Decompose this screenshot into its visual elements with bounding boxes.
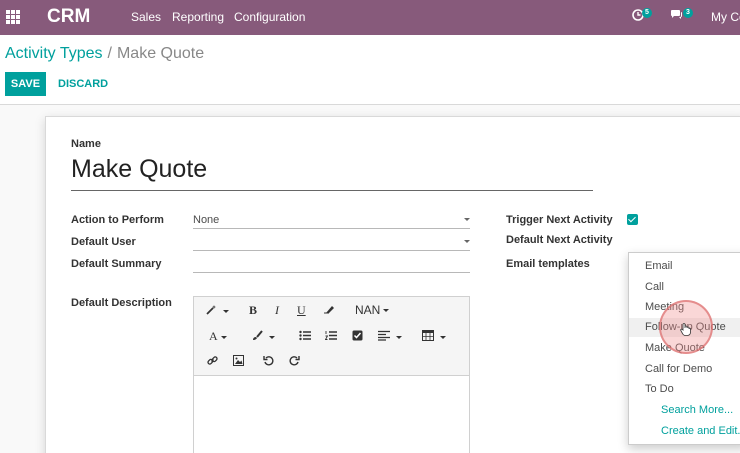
default-description-label: Default Description <box>71 297 172 309</box>
chevron-down-icon <box>464 218 470 221</box>
create-and-edit-link[interactable]: Create and Edit... <box>661 425 740 437</box>
action-to-perform-label: Action to Perform <box>71 214 164 226</box>
dropdown-option[interactable]: To Do <box>645 383 674 395</box>
chevron-down-icon <box>464 240 470 243</box>
undo-icon[interactable] <box>263 355 274 368</box>
action-to-perform-value: None <box>193 214 220 226</box>
app-brand[interactable]: CRM <box>47 6 90 28</box>
align-left-icon[interactable] <box>378 330 402 343</box>
menu-sales[interactable]: Sales <box>131 10 161 24</box>
hand-cursor-icon <box>680 323 691 339</box>
discard-button[interactable]: DISCARD <box>58 72 108 96</box>
menu-reporting[interactable]: Reporting <box>172 10 224 24</box>
paint-brush-icon[interactable] <box>252 330 275 343</box>
italic-button[interactable]: I <box>275 304 279 316</box>
dropdown-option[interactable]: Call <box>645 281 664 293</box>
name-underline <box>71 190 593 191</box>
default-next-activity-label: Default Next Activity <box>506 234 613 246</box>
name-input[interactable]: Make Quote <box>71 155 207 184</box>
image-icon[interactable] <box>233 355 244 368</box>
breadcrumb-separator: / <box>107 45 112 62</box>
activity-count-badge: 5 <box>642 8 652 18</box>
dropdown-option[interactable]: Email <box>645 260 673 272</box>
font-size-dropdown[interactable]: NAN <box>355 304 389 316</box>
trigger-next-activity-checkbox[interactable] <box>627 214 638 225</box>
numbered-list-icon[interactable] <box>324 330 337 343</box>
dropdown-option[interactable]: Call for Demo <box>645 363 712 375</box>
email-templates-label: Email templates <box>506 258 590 270</box>
table-icon[interactable] <box>422 330 446 343</box>
top-navbar: CRM Sales Reporting Configuration 5 3 My… <box>0 0 740 35</box>
save-button[interactable]: SAVE <box>5 72 46 96</box>
redo-icon[interactable] <box>289 355 300 368</box>
apps-menu-icon[interactable] <box>6 10 20 24</box>
description-editor[interactable]: B I U NAN A <box>193 296 470 453</box>
text-color-dropdown[interactable]: A <box>209 330 227 342</box>
breadcrumb-activity-types[interactable]: Activity Types <box>5 45 103 62</box>
trigger-next-activity-label: Trigger Next Activity <box>506 214 613 226</box>
breadcrumb: Activity Types / Make Quote <box>5 45 204 63</box>
company-switcher[interactable]: My Co <box>711 10 740 24</box>
bullet-list-icon[interactable] <box>299 330 311 343</box>
underline-button[interactable]: U <box>297 304 306 316</box>
link-icon[interactable] <box>207 355 218 368</box>
name-label: Name <box>71 138 101 150</box>
bold-button[interactable]: B <box>249 304 257 316</box>
editor-content-area[interactable] <box>194 377 469 453</box>
default-user-select[interactable] <box>193 234 470 251</box>
editor-toolbar: B I U NAN A <box>194 297 469 376</box>
breadcrumb-current: Make Quote <box>116 45 205 62</box>
magic-wand-icon[interactable] <box>206 304 229 317</box>
default-user-label: Default User <box>71 236 136 248</box>
eraser-icon[interactable] <box>323 304 335 317</box>
control-panel: Activity Types / Make Quote SAVE DISCARD <box>0 35 740 105</box>
default-summary-input[interactable] <box>193 256 470 273</box>
messages-icon[interactable] <box>670 9 683 24</box>
default-summary-label: Default Summary <box>71 258 162 270</box>
menu-configuration[interactable]: Configuration <box>234 10 305 24</box>
messages-count-badge: 3 <box>683 8 693 18</box>
action-to-perform-select[interactable]: None <box>193 212 470 229</box>
checklist-icon[interactable] <box>352 330 363 343</box>
search-more-link[interactable]: Search More... <box>661 404 733 416</box>
